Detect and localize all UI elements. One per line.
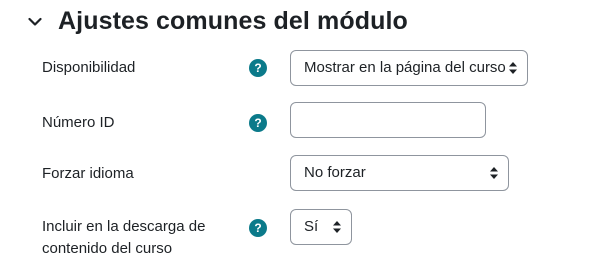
availability-row: Disponibilidad ? Mostrar en la página de… bbox=[0, 48, 598, 88]
include-download-select[interactable]: Sí bbox=[290, 209, 352, 245]
force-language-label: Forzar idioma bbox=[42, 165, 134, 182]
include-download-label: Incluir en la descarga de contenido del … bbox=[42, 218, 206, 257]
id-number-input[interactable] bbox=[290, 102, 486, 138]
module-settings-panel: Ajustes comunes del módulo Disponibilida… bbox=[0, 0, 598, 271]
availability-select-value: Mostrar en la página del curso bbox=[304, 59, 506, 76]
id-number-label: Número ID bbox=[42, 114, 115, 131]
select-arrows-icon bbox=[509, 62, 517, 74]
select-arrows-icon bbox=[490, 167, 498, 179]
force-language-select-value: No forzar bbox=[304, 164, 366, 181]
availability-select[interactable]: Mostrar en la página del curso bbox=[290, 50, 528, 86]
availability-label: Disponibilidad bbox=[42, 59, 136, 76]
select-arrows-icon bbox=[333, 221, 341, 233]
chevron-down-icon[interactable] bbox=[26, 13, 44, 31]
force-language-select[interactable]: No forzar bbox=[290, 155, 509, 191]
include-download-row: Incluir en la descarga de contenido del … bbox=[0, 208, 598, 268]
include-download-select-value: Sí bbox=[304, 218, 319, 235]
help-icon[interactable]: ? bbox=[249, 114, 267, 132]
section-title: Ajustes comunes del módulo bbox=[58, 6, 408, 35]
section-header[interactable]: Ajustes comunes del módulo bbox=[26, 4, 408, 38]
id-number-row: Número ID ? bbox=[0, 102, 598, 142]
help-icon[interactable]: ? bbox=[249, 59, 267, 77]
help-icon[interactable]: ? bbox=[249, 219, 267, 237]
force-language-row: Forzar idioma No forzar bbox=[0, 154, 598, 194]
